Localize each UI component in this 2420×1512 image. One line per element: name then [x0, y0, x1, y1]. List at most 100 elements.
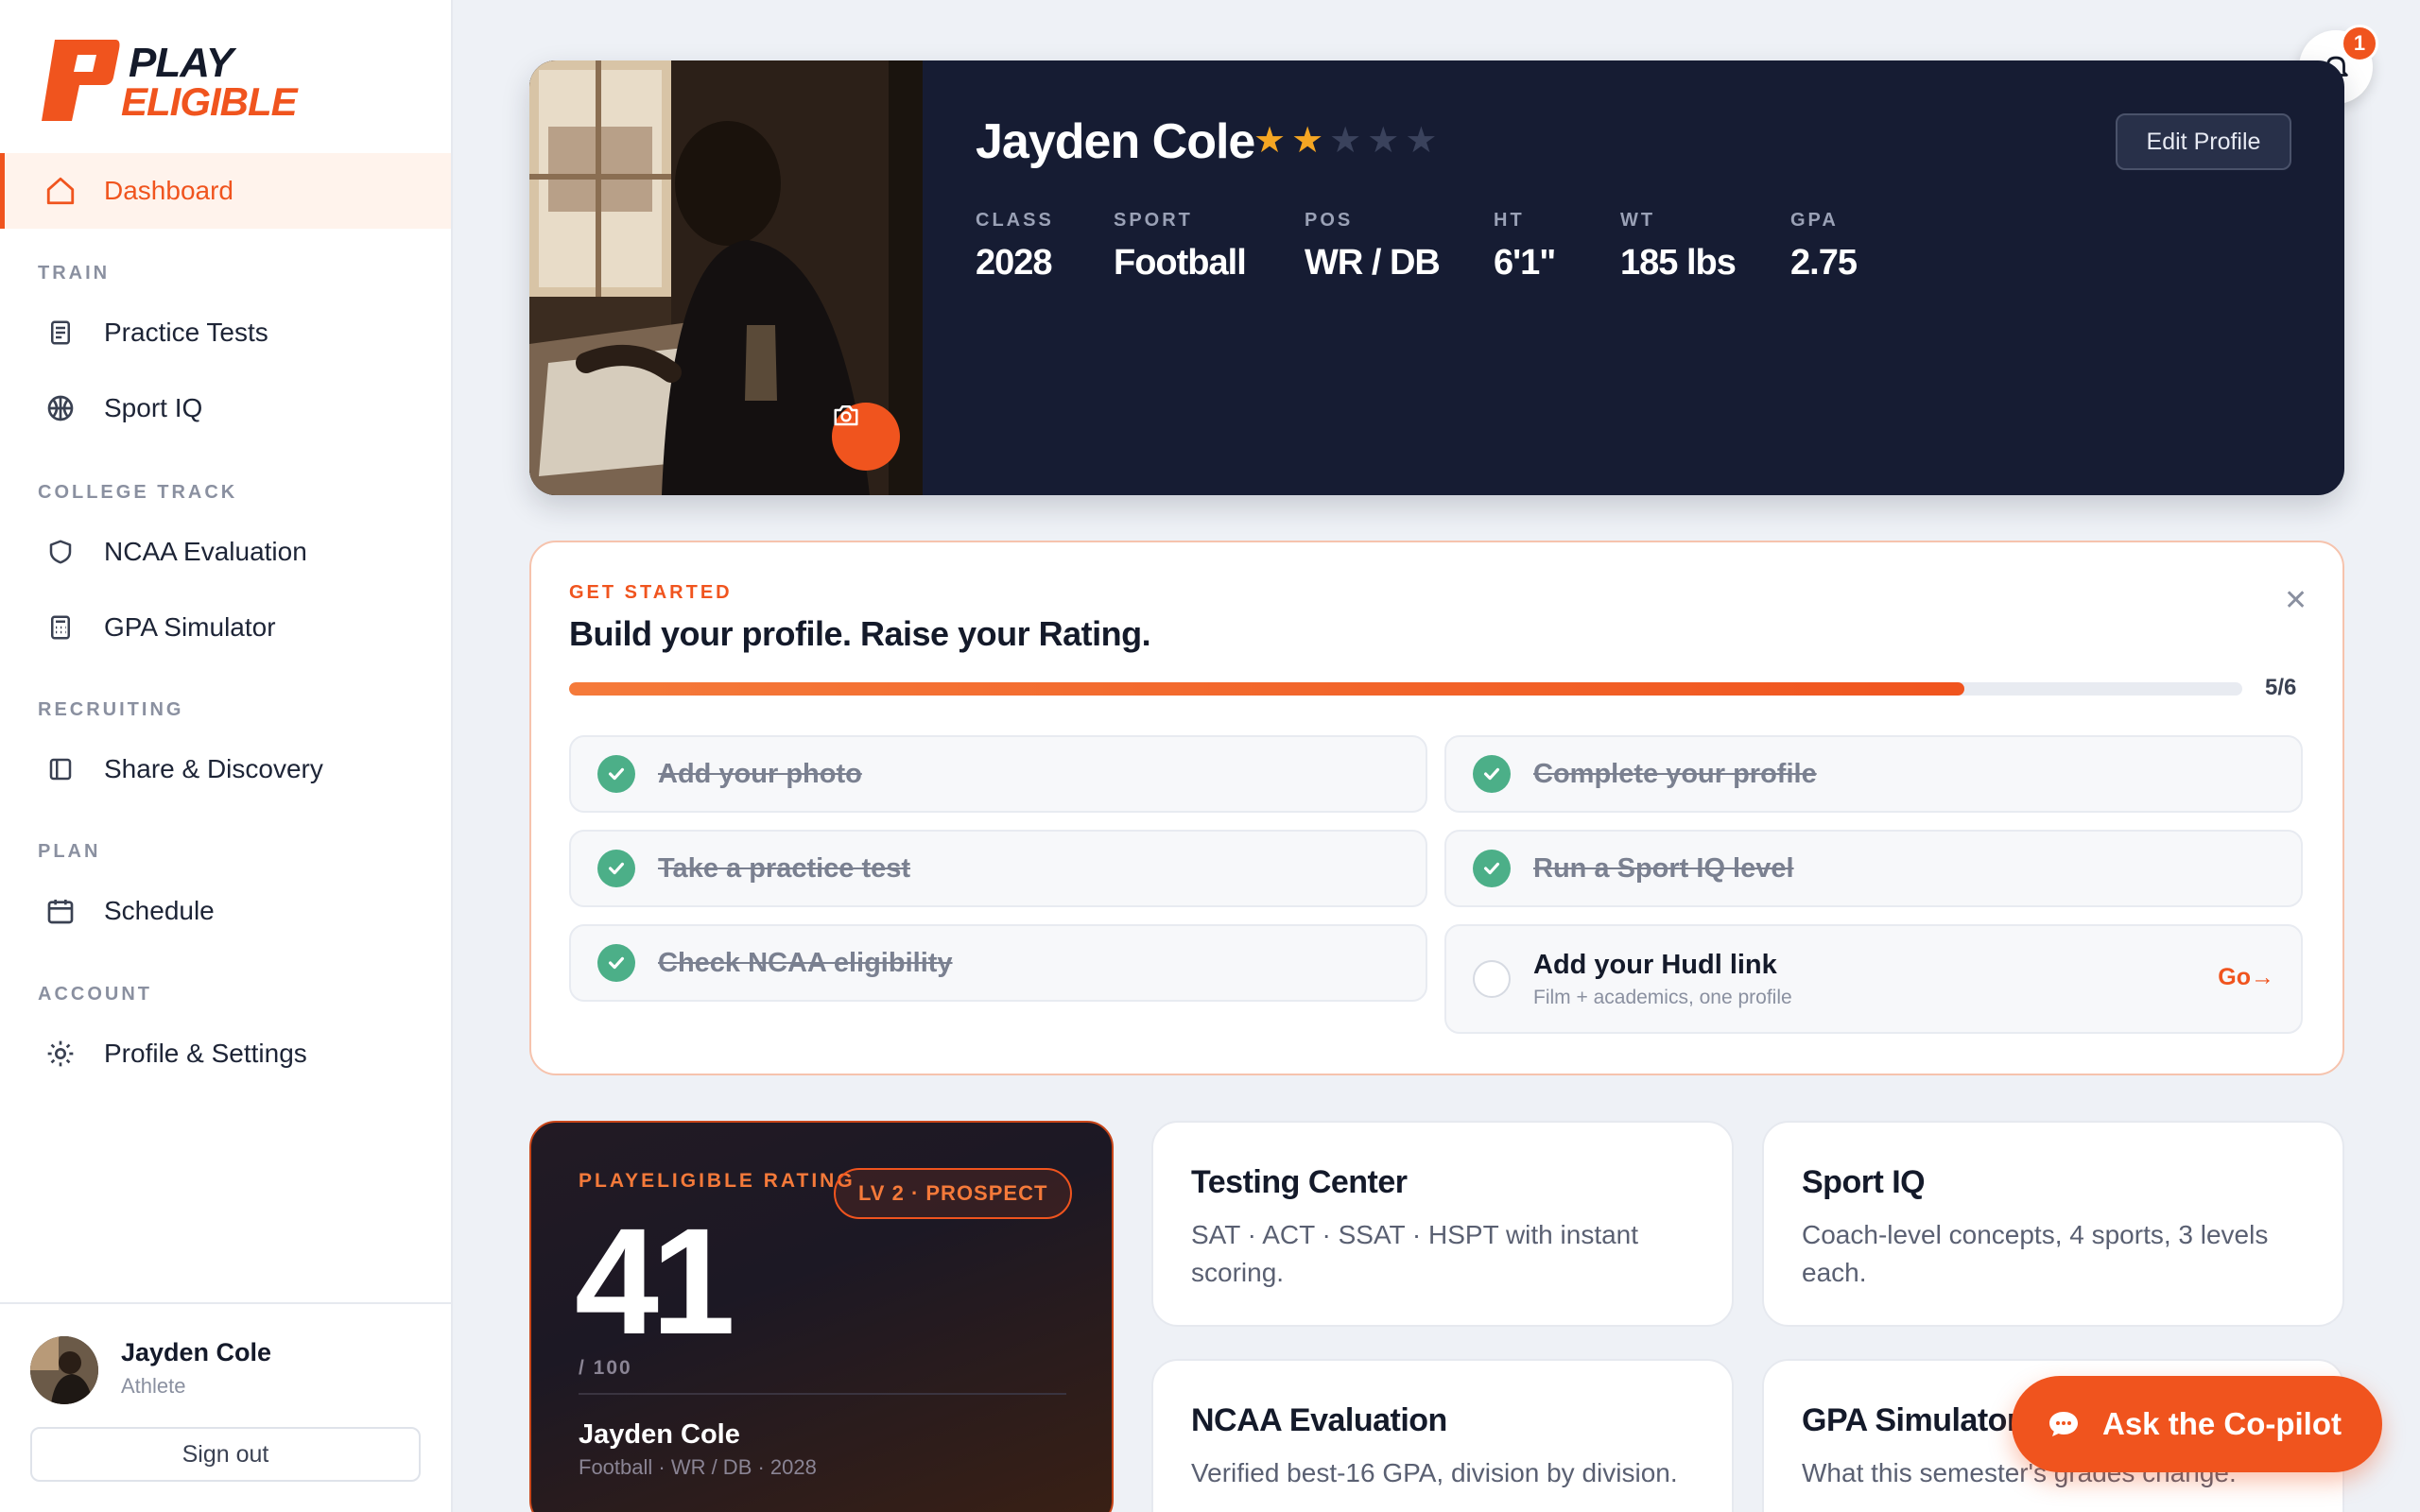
athlete-name: Jayden Cole	[976, 114, 1255, 169]
nav-share-discovery[interactable]: Share & Discovery	[0, 731, 451, 807]
stat-class: CLASS 2028	[976, 210, 1054, 284]
ball-icon	[43, 391, 78, 425]
stat-label: CLASS	[976, 210, 1054, 231]
task-sport-iq[interactable]: Run a Sport IQ level	[1444, 830, 2303, 907]
close-icon[interactable]: ✕	[2284, 584, 2308, 617]
divider	[579, 1393, 1066, 1395]
nav-gpa-simulator[interactable]: GPA Simulator	[0, 590, 451, 665]
get-started-eyebrow: GET STARTED	[569, 582, 733, 603]
avatar[interactable]	[30, 1336, 98, 1404]
nav-section-account: ACCOUNT	[38, 984, 152, 1005]
task-label: Run a Sport IQ level	[1533, 852, 1794, 884]
task-label: Take a practice test	[658, 852, 911, 884]
task-sublabel: Film + academics, one profile	[1533, 986, 1792, 1008]
nav-practice-tests-label: Practice Tests	[104, 318, 268, 347]
task-label: Add your Hudl link	[1533, 949, 1777, 980]
stat-height: HT 6'1"	[1494, 210, 1556, 284]
star-empty-icon: ★	[1367, 121, 1400, 161]
change-photo-button[interactable]	[832, 403, 900, 471]
progress-count: 5/6	[2265, 675, 2297, 700]
get-started-card: GET STARTED Build your profile. Raise yo…	[529, 541, 2344, 1075]
stat-value: 6'1"	[1494, 243, 1556, 283]
stat-sport: SPORT Football	[1114, 210, 1247, 284]
nav-profile-settings[interactable]: Profile & Settings	[0, 1016, 451, 1091]
check-icon	[1473, 755, 1511, 793]
nav-section-college-track: COLLEGE TRACK	[38, 482, 238, 503]
check-icon	[597, 944, 635, 982]
task-label: Check NCAA eligibility	[658, 947, 953, 978]
user-role: Athlete	[121, 1374, 186, 1398]
gear-icon	[43, 1037, 78, 1071]
notification-count-badge: 1	[2341, 25, 2378, 62]
stat-label: SPORT	[1114, 210, 1193, 231]
get-started-title: Build your profile. Raise your Rating.	[569, 614, 1151, 653]
task-complete-profile[interactable]: Complete your profile	[1444, 735, 2303, 813]
nav-share-discovery-label: Share & Discovery	[104, 754, 323, 783]
check-icon	[597, 755, 635, 793]
stat-value: 185 lbs	[1620, 243, 1737, 283]
logo-text-eligible: ELIGIBLE	[121, 79, 298, 124]
stat-value: WR / DB	[1305, 243, 1441, 283]
playeligible-rating-card[interactable]: PLAYELIGIBLE RATING LV 2 · PROSPECT 41 /…	[529, 1121, 1114, 1512]
go-link[interactable]: Go→	[2218, 964, 2274, 991]
nav-ncaa-evaluation-label: NCAA Evaluation	[104, 537, 307, 566]
calculator-icon	[43, 610, 78, 644]
check-icon	[597, 850, 635, 887]
nav-dashboard-label: Dashboard	[104, 176, 233, 205]
shield-icon	[43, 535, 78, 569]
stat-label: WT	[1620, 210, 1656, 231]
star-rating: ★ ★ ★ ★ ★	[1253, 123, 1437, 159]
card-testing-center[interactable]: Testing Center SAT · ACT · SSAT · HSPT w…	[1151, 1121, 1734, 1327]
task-practice-test[interactable]: Take a practice test	[569, 830, 1427, 907]
ask-copilot-button[interactable]: Ask the Co-pilot	[2012, 1376, 2382, 1472]
task-ncaa-eligibility[interactable]: Check NCAA eligibility	[569, 924, 1427, 1002]
rating-athlete-name: Jayden Cole	[579, 1419, 740, 1450]
card-ncaa-evaluation[interactable]: NCAA Evaluation Verified best-16 GPA, di…	[1151, 1359, 1734, 1512]
nav-gpa-simulator-label: GPA Simulator	[104, 612, 276, 642]
task-label: Complete your profile	[1533, 758, 1817, 789]
layout-icon	[43, 752, 78, 786]
task-add-hudl-link[interactable]: Add your Hudl link Film + academics, one…	[1444, 924, 2303, 1034]
stat-position: POS WR / DB	[1305, 210, 1441, 284]
chat-bubble-icon	[2049, 1412, 2078, 1436]
nav-dashboard[interactable]: Dashboard	[0, 153, 451, 229]
nav-ncaa-evaluation[interactable]: NCAA Evaluation	[0, 514, 451, 590]
sidebar: PLAY ELIGIBLE Dashboard TRAIN Practice T…	[0, 0, 453, 1512]
document-icon	[43, 316, 78, 350]
stat-value: 2028	[976, 243, 1053, 283]
rating-athlete-meta: Football · WR / DB · 2028	[579, 1455, 817, 1479]
sign-out-button[interactable]: Sign out	[30, 1427, 421, 1482]
user-name: Jayden Cole	[121, 1338, 272, 1366]
star-empty-icon: ★	[1329, 121, 1362, 161]
task-add-photo[interactable]: Add your photo	[569, 735, 1427, 813]
nav-section-train: TRAIN	[38, 263, 111, 284]
rating-eyebrow: PLAYELIGIBLE RATING	[579, 1170, 856, 1192]
nav-sport-iq[interactable]: Sport IQ	[0, 370, 451, 446]
sidebar-user-panel: Jayden Cole Athlete Sign out	[0, 1302, 451, 1512]
card-description: SAT · ACT · SSAT · HSPT with instant sco…	[1191, 1220, 1639, 1287]
card-title: Sport IQ	[1802, 1164, 1926, 1200]
card-title: Testing Center	[1191, 1164, 1408, 1200]
task-label: Add your photo	[658, 758, 862, 789]
nav-profile-settings-label: Profile & Settings	[104, 1039, 307, 1068]
brand-logo[interactable]: PLAY ELIGIBLE	[38, 36, 298, 124]
nav-practice-tests[interactable]: Practice Tests	[0, 295, 451, 370]
nav-schedule-label: Schedule	[104, 896, 215, 925]
card-description: Verified best-16 GPA, division by divisi…	[1191, 1458, 1678, 1487]
calendar-icon	[43, 894, 78, 928]
star-filled-icon: ★	[1291, 121, 1324, 161]
rating-level-badge: LV 2 · PROSPECT	[834, 1168, 1073, 1219]
star-filled-icon: ★	[1253, 121, 1287, 161]
profile-photo	[529, 60, 923, 495]
stat-gpa: GPA 2.75	[1790, 210, 1858, 284]
rating-value: 41	[575, 1196, 735, 1366]
camera-icon	[834, 405, 858, 426]
nav-sport-iq-label: Sport IQ	[104, 393, 203, 422]
nav-schedule[interactable]: Schedule	[0, 873, 451, 949]
card-sport-iq[interactable]: Sport IQ Coach-level concepts, 4 sports,…	[1762, 1121, 2344, 1327]
stat-value: Football	[1114, 243, 1247, 283]
edit-profile-button[interactable]: Edit Profile	[2116, 113, 2291, 170]
unchecked-circle-icon	[1473, 960, 1511, 998]
nav-section-recruiting: RECRUITING	[38, 699, 184, 720]
check-icon	[1473, 850, 1511, 887]
